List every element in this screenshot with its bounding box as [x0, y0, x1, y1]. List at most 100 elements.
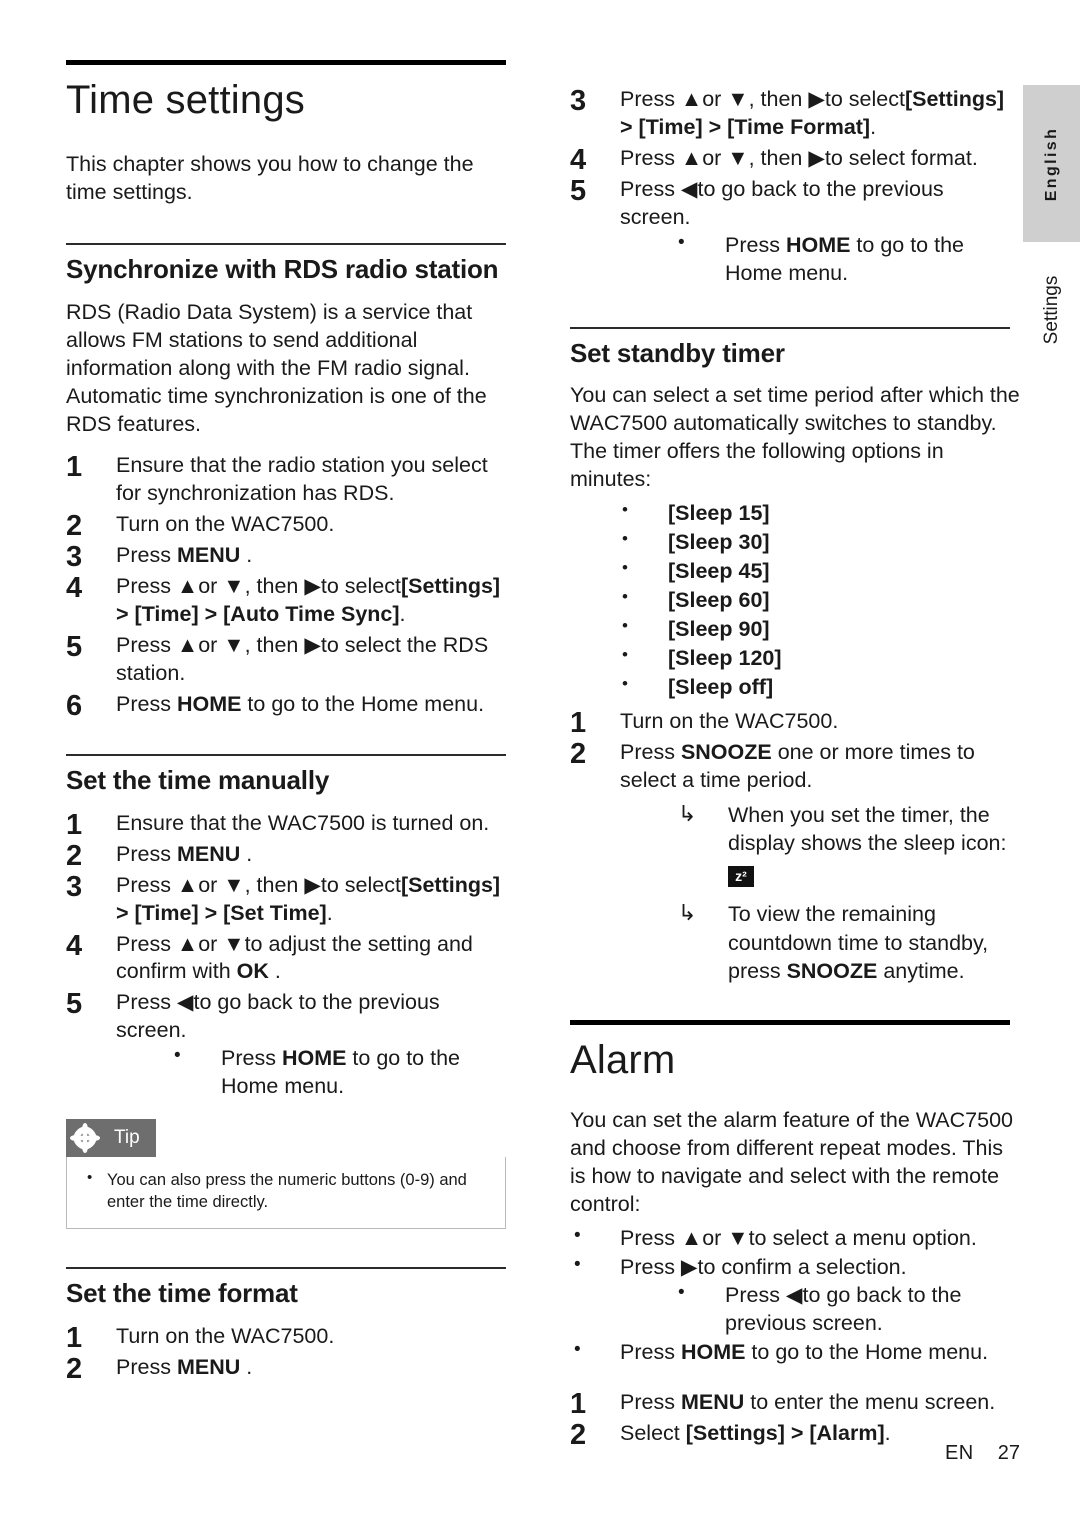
bullet-text-pre: Press — [620, 1339, 681, 1364]
manual-steps: 1 Ensure that the WAC7500 is turned on. … — [66, 809, 516, 1101]
tip-header: Tip — [66, 1119, 506, 1158]
result-text-post: anytime. — [877, 959, 965, 984]
list-item: 1 Turn on the WAC7500. — [66, 1322, 516, 1354]
step-text-post: . — [870, 114, 877, 139]
section-tab-label: Settings — [1040, 275, 1062, 345]
step-text-post: to go to the Home menu. — [241, 691, 485, 716]
list-item: 2 Press MENU . — [66, 840, 516, 872]
arrow-icon: ↳ — [678, 900, 697, 926]
list-item: [Sleep 120] — [570, 644, 1020, 673]
step-text-pre: Press ▲or ▼, then ▶to select — [116, 574, 401, 599]
list-item: 6 Press HOME to go to the Home menu. — [66, 690, 516, 722]
key-home: HOME — [176, 691, 242, 716]
list-item: Press HOME to go to the Home menu. — [620, 231, 1020, 288]
step-number: 3 — [570, 85, 587, 117]
step-text: Press ◀to go back to the previous screen… — [620, 176, 944, 229]
result-text-pre: When you set the timer, the display show… — [728, 802, 1007, 855]
heading-rds: Synchronize with RDS radio station — [66, 253, 499, 284]
list-item: 1 Press MENU to enter the menu screen. — [570, 1388, 1020, 1420]
page-title: Time settings — [66, 78, 305, 122]
key-snooze: SNOOZE — [786, 959, 878, 984]
standby-options: [Sleep 15] [Sleep 30] [Sleep 45] [Sleep … — [570, 499, 1020, 702]
key-menu: MENU — [176, 841, 241, 866]
alarm-chapter-rule — [570, 1020, 1010, 1026]
option-label: [Sleep 60] — [668, 588, 770, 613]
alarm-intro: You can set the alarm feature of the WAC… — [570, 1108, 1014, 1217]
page-footer: EN 27 — [0, 1442, 1020, 1465]
list-item: [Sleep 30] — [570, 528, 1020, 557]
option-label: [Sleep 120] — [668, 645, 782, 670]
arrow-icon: ↳ — [678, 800, 697, 826]
step-text-post: . — [399, 602, 406, 627]
tip-list: You can also press the numeric buttons (… — [81, 1168, 491, 1214]
key-snooze: SNOOZE — [680, 739, 772, 764]
step-text-pre: Press — [620, 739, 681, 764]
list-item: 1 Ensure that the WAC7500 is turned on. — [66, 809, 516, 841]
step-number: 5 — [66, 631, 83, 664]
rds-steps: 1 Ensure that the radio station you sele… — [66, 451, 516, 722]
step-number: 4 — [66, 572, 83, 605]
step-text: Turn on the WAC7500. — [620, 708, 839, 733]
list-item: 4 Press ▲or ▼to adjust the setting and c… — [66, 929, 516, 987]
option-label: [Sleep 15] — [668, 501, 770, 526]
step-text: Press ▲or ▼, then ▶to select format. — [620, 145, 978, 170]
key-home: HOME — [680, 1339, 746, 1364]
step-number: 1 — [66, 451, 83, 484]
step-number: 4 — [66, 929, 83, 962]
step-text-pre: Press ▲or ▼, then ▶to select — [116, 872, 401, 897]
step-text: Press ▲or ▼, then ▶to select the RDS sta… — [116, 633, 489, 686]
option-label: [Sleep 90] — [668, 616, 770, 641]
list-item: 3 Press ▲or ▼, then ▶to select[Settings]… — [66, 870, 516, 928]
alarm-steps: 1 Press MENU to enter the menu screen. 2… — [570, 1388, 1020, 1451]
list-item: [Sleep 60] — [570, 586, 1020, 615]
right-column: 3 Press ▲or ▼, then ▶to select[Settings]… — [570, 60, 1020, 1451]
left-column: Time settings This chapter shows you how… — [66, 60, 516, 1385]
format-steps-right: 3 Press ▲or ▼, then ▶to select[Settings]… — [570, 85, 1020, 288]
list-item: Press ▲or ▼to select a menu option. — [570, 1224, 1020, 1253]
step-text-pre: Press — [116, 1354, 177, 1379]
list-item: ↳ To view the remaining countdown time t… — [620, 900, 1020, 985]
key-home: HOME — [785, 232, 851, 257]
step-text-pre: Press ▲or ▼to adjust the setting and con… — [116, 931, 473, 984]
step-text-post: to enter the menu screen. — [744, 1389, 996, 1414]
format-substeps: Press HOME to go to the Home menu. — [620, 231, 1020, 288]
step-number: 6 — [66, 689, 83, 722]
step-text: Ensure that the radio station you select… — [116, 453, 488, 506]
step-number: 2 — [66, 1352, 83, 1385]
alarm-bullets: Press ▲or ▼to select a menu option. Pres… — [570, 1224, 1020, 1367]
option-label: [Sleep 30] — [668, 530, 770, 555]
bullet-text: Press ▲or ▼to select a menu option. — [620, 1226, 977, 1251]
substep-text-pre: Press — [725, 232, 786, 257]
standby-intro: You can select a set time period after w… — [570, 383, 1020, 492]
rds-section-rule — [66, 242, 506, 245]
step-text-pre: Press — [116, 841, 177, 866]
step-text-pre: Press — [116, 691, 177, 716]
step-text-pre: Press — [620, 1389, 681, 1414]
format-section-rule — [66, 1266, 506, 1269]
step-number: 2 — [570, 737, 587, 770]
list-item: [Sleep 15] — [570, 499, 1020, 528]
manual-page: Time settings This chapter shows you how… — [0, 0, 1080, 1527]
step-number: 5 — [66, 988, 83, 1021]
list-item: [Sleep 45] — [570, 557, 1020, 586]
step-number: 3 — [66, 870, 83, 903]
tip-label: Tip — [104, 1119, 156, 1158]
language-tab: English — [1023, 85, 1080, 242]
option-label: [Sleep off] — [668, 674, 774, 699]
manual-substeps: Press HOME to go to the Home menu. — [116, 1044, 516, 1101]
list-item: 3 Press MENU . — [66, 541, 516, 573]
heading-set-time-manually: Set the time manually — [66, 764, 330, 795]
standby-steps: 1 Turn on the WAC7500. 2 Press SNOOZE on… — [570, 707, 1020, 986]
heading-alarm: Alarm — [570, 1038, 676, 1083]
chapter-rule — [66, 60, 506, 65]
list-item: 4 Press ▲or ▼, then ▶to select format. — [570, 144, 1020, 176]
list-item: Press ▶to confirm a selection. Press ◀to… — [570, 1253, 1020, 1338]
key-menu: MENU — [680, 1389, 745, 1414]
step-text-post: . — [240, 841, 253, 866]
alarm-sub-bullets: Press ◀to go back to the previous screen… — [620, 1281, 1020, 1338]
substep-text-pre: Press — [221, 1046, 282, 1071]
key-menu: MENU — [176, 543, 241, 568]
list-item: Press HOME to go to the Home menu. — [116, 1044, 516, 1101]
list-item: 5 Press ◀to go back to the previous scre… — [570, 175, 1020, 288]
manual-section-rule — [66, 753, 506, 756]
